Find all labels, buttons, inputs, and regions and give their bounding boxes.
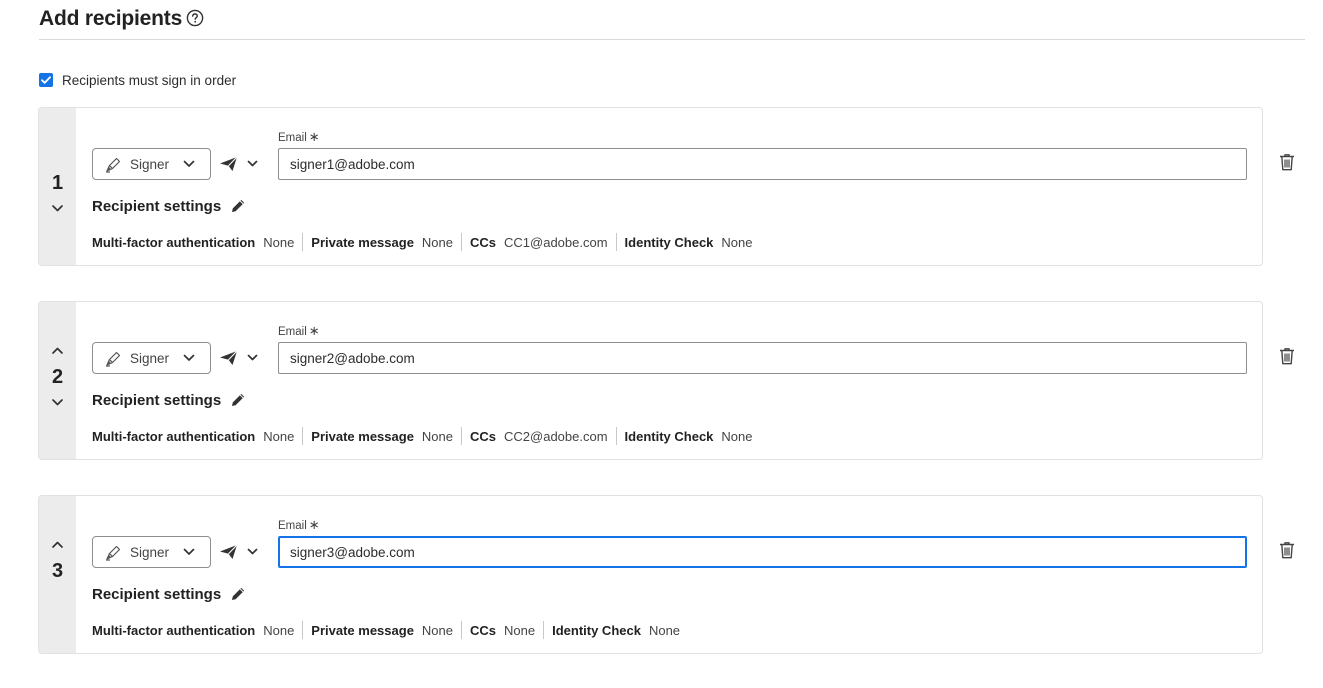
- chevron-down-icon: [183, 354, 195, 361]
- chevron-down-icon: [183, 160, 195, 167]
- recipient-settings-summary: Multi-factor authentication None Private …: [92, 233, 760, 251]
- mfa-setting: Multi-factor authentication None: [92, 428, 295, 444]
- sign-in-order-option[interactable]: Recipients must sign in order: [39, 72, 236, 88]
- delivery-method-dropdown[interactable]: [219, 153, 263, 175]
- private-message-setting: Private message None: [302, 427, 461, 445]
- identity-check-setting: Identity Check None: [543, 621, 688, 639]
- email-field[interactable]: [278, 148, 1247, 180]
- recipient-settings-title: Recipient settings: [92, 392, 222, 409]
- signer-pen-icon: [106, 545, 121, 561]
- send-plane-icon: [220, 350, 238, 365]
- identity-check-setting: Identity Check None: [615, 427, 761, 445]
- pencil-edit-icon[interactable]: [230, 198, 246, 214]
- role-label: Signer: [130, 156, 170, 172]
- chevron-down-icon: [183, 548, 195, 555]
- required-mark: ∗: [308, 323, 320, 338]
- recipient-order-number: 2: [51, 366, 64, 388]
- move-up-icon[interactable]: [51, 346, 64, 355]
- pencil-edit-icon[interactable]: [230, 392, 246, 408]
- ccs-setting: CCs None: [461, 621, 543, 639]
- recipient-settings-title: Recipient settings: [92, 586, 222, 603]
- recipient-order-number: 3: [51, 560, 64, 582]
- order-panel: 2: [39, 302, 76, 459]
- order-panel: 3: [39, 496, 76, 653]
- recipient-card: 3 Signer Email∗ Recipient settings Multi…: [38, 495, 1263, 654]
- order-panel: 1: [39, 108, 76, 265]
- role-dropdown[interactable]: Signer: [92, 536, 211, 568]
- signer-pen-icon: [106, 351, 121, 367]
- recipient-card: 2 Signer Email∗ Recipient settings Multi…: [38, 301, 1263, 460]
- chevron-down-icon: [247, 160, 258, 167]
- email-label: Email ∗: [278, 323, 320, 338]
- delivery-method-dropdown[interactable]: [219, 541, 263, 563]
- mfa-setting: Multi-factor authentication None: [92, 234, 295, 250]
- send-plane-icon: [220, 156, 238, 171]
- move-down-icon[interactable]: [51, 204, 64, 213]
- private-message-setting: Private message None: [302, 621, 461, 639]
- email-field[interactable]: [278, 536, 1247, 568]
- required-mark: ∗: [308, 129, 320, 144]
- move-up-icon[interactable]: [51, 540, 64, 549]
- ccs-setting: CCs CC1@adobe.com: [461, 233, 616, 251]
- recipient-card: 1 Signer Email∗ Recipient settings Multi…: [38, 107, 1263, 266]
- delivery-method-dropdown[interactable]: [219, 347, 263, 369]
- role-label: Signer: [130, 350, 170, 366]
- page-title: Add recipients: [39, 7, 183, 30]
- recipient-settings-summary: Multi-factor authentication None Private …: [92, 621, 688, 639]
- sign-in-order-label: Recipients must sign in order: [62, 72, 237, 88]
- private-message-setting: Private message None: [302, 233, 461, 251]
- identity-check-setting: Identity Check None: [615, 233, 761, 251]
- page-header: Add recipients: [39, 0, 1305, 40]
- pencil-edit-icon[interactable]: [230, 586, 246, 602]
- chevron-down-icon: [247, 354, 258, 361]
- role-dropdown[interactable]: Signer: [92, 148, 211, 180]
- mfa-setting: Multi-factor authentication None: [92, 622, 295, 638]
- move-down-icon[interactable]: [51, 398, 64, 407]
- role-label: Signer: [130, 544, 170, 560]
- email-label: Email ∗: [278, 129, 320, 144]
- signer-pen-icon: [106, 157, 121, 173]
- send-plane-icon: [220, 544, 238, 559]
- ccs-setting: CCs CC2@adobe.com: [461, 427, 616, 445]
- trash-icon[interactable]: [1279, 541, 1295, 559]
- trash-icon[interactable]: [1279, 153, 1295, 171]
- sign-in-order-checkbox[interactable]: [39, 73, 53, 87]
- email-label: Email ∗: [278, 517, 320, 532]
- chevron-down-icon: [247, 548, 258, 555]
- recipient-settings-title: Recipient settings: [92, 198, 222, 215]
- recipient-order-number: 1: [51, 172, 64, 194]
- checkmark-icon: [41, 76, 51, 84]
- role-dropdown[interactable]: Signer: [92, 342, 211, 374]
- email-field[interactable]: [278, 342, 1247, 374]
- trash-icon[interactable]: [1279, 347, 1295, 365]
- required-mark: ∗: [308, 517, 320, 532]
- help-circle-icon[interactable]: [186, 9, 204, 27]
- recipient-settings-summary: Multi-factor authentication None Private …: [92, 427, 760, 445]
